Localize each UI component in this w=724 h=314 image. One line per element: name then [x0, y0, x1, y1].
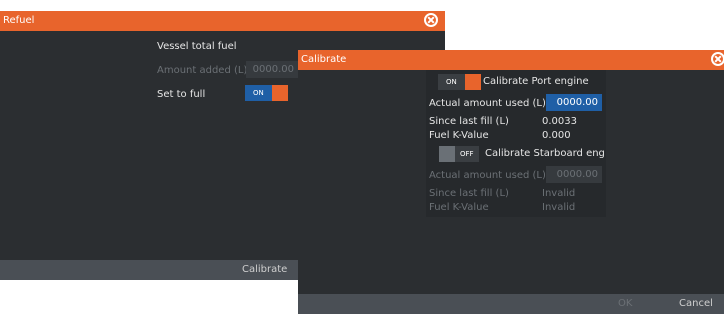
refuel-title: Refuel	[3, 15, 35, 26]
amount-added-label: Amount added (L)	[157, 65, 248, 76]
calibrate-close-icon[interactable]	[711, 52, 724, 66]
port-engine-toggle-knob	[464, 74, 481, 90]
refuel-close-icon[interactable]	[424, 13, 438, 27]
starboard-engine-toggle-label: OFF	[455, 146, 479, 162]
starboard-engine-toggle-knob	[439, 146, 455, 162]
set-to-full-toggle-knob	[271, 85, 288, 101]
cancel-button[interactable]: Cancel	[679, 294, 713, 314]
starboard-k-value-label: Fuel K-Value	[429, 202, 489, 213]
set-to-full-toggle[interactable]: ON	[245, 85, 288, 101]
port-since-last-fill-value: 0.0033	[542, 116, 577, 127]
port-engine-toggle[interactable]: ON	[438, 74, 481, 90]
starboard-since-last-fill-value: Invalid	[542, 188, 576, 199]
port-since-last-fill-label: Since last fill (L)	[429, 116, 509, 127]
vessel-total-fuel-label: Vessel total fuel	[157, 41, 237, 52]
calibrate-titlebar: Calibrate	[298, 50, 724, 70]
calibrate-dialog: Calibrate ON Calibrate Port engine Actua…	[298, 50, 724, 314]
port-engine-toggle-label: ON	[438, 74, 465, 90]
port-actual-used-field[interactable]: 0000.00	[546, 94, 602, 111]
starboard-engine-toggle[interactable]: OFF	[439, 146, 479, 162]
port-k-value-value: 0.000	[542, 130, 571, 141]
amount-added-field: 0000.00	[246, 61, 298, 78]
refuel-titlebar: Refuel	[0, 11, 445, 31]
starboard-actual-used-label: Actual amount used (L)	[429, 170, 546, 181]
starboard-actual-used-field: 0000.00	[546, 166, 602, 183]
set-to-full-label: Set to full	[157, 89, 206, 100]
port-k-value-label: Fuel K-Value	[429, 130, 489, 141]
set-to-full-toggle-label: ON	[245, 85, 272, 101]
starboard-engine-label: Calibrate Starboard engine	[485, 148, 605, 159]
starboard-k-value-value: Invalid	[542, 202, 576, 213]
ok-button[interactable]: OK	[618, 294, 632, 314]
port-actual-used-label: Actual amount used (L)	[429, 98, 546, 109]
calibrate-button[interactable]: Calibrate	[242, 260, 287, 280]
calibrate-title: Calibrate	[301, 54, 347, 65]
starboard-since-last-fill-label: Since last fill (L)	[429, 188, 509, 199]
calibrate-footer: OK Cancel	[298, 294, 724, 314]
port-engine-label: Calibrate Port engine	[483, 76, 589, 87]
